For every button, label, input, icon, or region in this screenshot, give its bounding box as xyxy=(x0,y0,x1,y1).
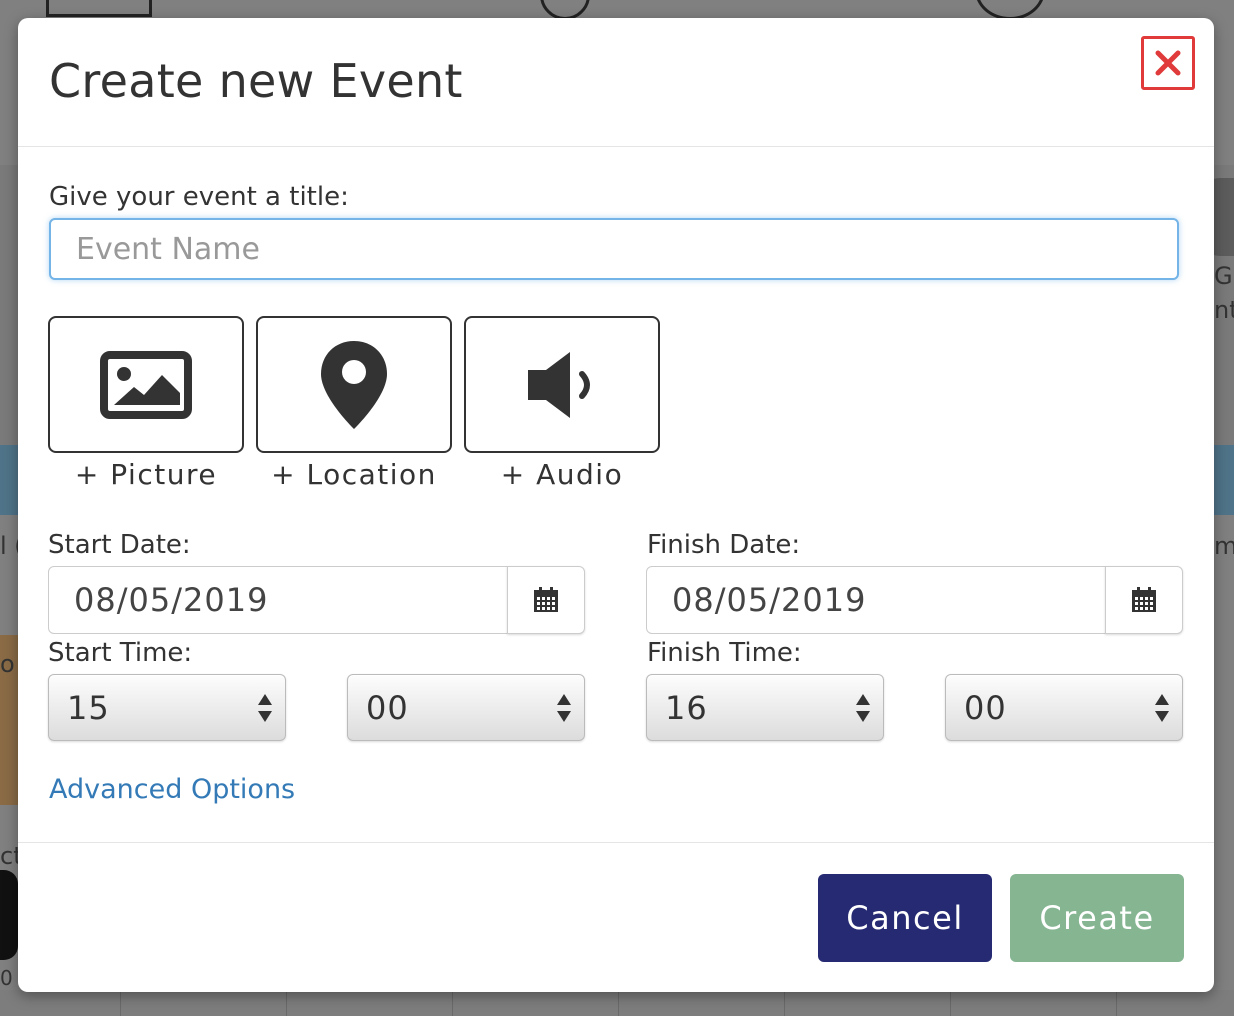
advanced-options-link[interactable]: Advanced Options xyxy=(49,774,295,805)
calendar-icon xyxy=(534,587,558,612)
calendar-icon xyxy=(1132,587,1156,612)
picture-icon xyxy=(100,350,192,419)
add-location-button[interactable] xyxy=(256,316,452,453)
add-picture-label[interactable]: + Picture xyxy=(46,458,246,491)
event-title-label: Give your event a title: xyxy=(49,182,349,212)
finish-time-label: Finish Time: xyxy=(647,638,802,668)
background-calendar-icon xyxy=(46,0,152,17)
footer-divider xyxy=(18,842,1214,843)
start-date-label: Start Date: xyxy=(48,530,191,560)
background-user-icon xyxy=(975,0,1045,20)
start-date-input[interactable]: 08/05/2019 xyxy=(48,566,508,634)
finish-minute-value: 00 xyxy=(964,689,1007,727)
background-text-o: o xyxy=(0,650,15,678)
add-location-label[interactable]: + Location xyxy=(254,458,454,491)
volume-icon xyxy=(528,351,590,418)
start-minute-value: 00 xyxy=(366,689,409,727)
select-arrows-icon xyxy=(258,694,272,722)
background-text-m: m xyxy=(1214,532,1234,560)
close-x-icon xyxy=(1155,50,1181,76)
start-time-label: Start Time: xyxy=(48,638,193,668)
create-event-modal: Create new Event Give your event a title… xyxy=(18,18,1214,992)
add-audio-button[interactable] xyxy=(464,316,660,453)
modal-title: Create new Event xyxy=(49,54,463,108)
start-hour-value: 15 xyxy=(67,689,110,727)
background-text-gr: Gr xyxy=(1214,262,1234,290)
add-picture-button[interactable] xyxy=(48,316,244,453)
event-name-input[interactable] xyxy=(49,218,1179,280)
finish-date-calendar-button[interactable] xyxy=(1105,566,1183,634)
cancel-button[interactable]: Cancel xyxy=(818,874,992,962)
background-bottom-row xyxy=(0,990,1234,1016)
create-button[interactable]: Create xyxy=(1010,874,1184,962)
add-audio-label[interactable]: + Audio xyxy=(462,458,662,491)
finish-minute-select[interactable]: 00 xyxy=(945,674,1183,741)
select-arrows-icon xyxy=(557,694,571,722)
finish-hour-select[interactable]: 16 xyxy=(646,674,884,741)
map-marker-icon xyxy=(321,340,387,429)
background-text-nt: nt xyxy=(1214,296,1234,324)
close-button[interactable] xyxy=(1141,36,1195,90)
start-date-calendar-button[interactable] xyxy=(507,566,585,634)
finish-hour-value: 16 xyxy=(665,689,708,727)
background-avatar-dark xyxy=(0,870,18,960)
modal-header: Create new Event xyxy=(18,18,1214,147)
start-hour-select[interactable]: 15 xyxy=(48,674,286,741)
select-arrows-icon xyxy=(1155,694,1169,722)
select-arrows-icon xyxy=(856,694,870,722)
background-text-0: 0 xyxy=(0,966,13,990)
finish-date-label: Finish Date: xyxy=(647,530,801,560)
start-minute-select[interactable]: 00 xyxy=(347,674,585,741)
finish-date-input[interactable]: 08/05/2019 xyxy=(646,566,1106,634)
background-chat-icon xyxy=(540,0,590,20)
